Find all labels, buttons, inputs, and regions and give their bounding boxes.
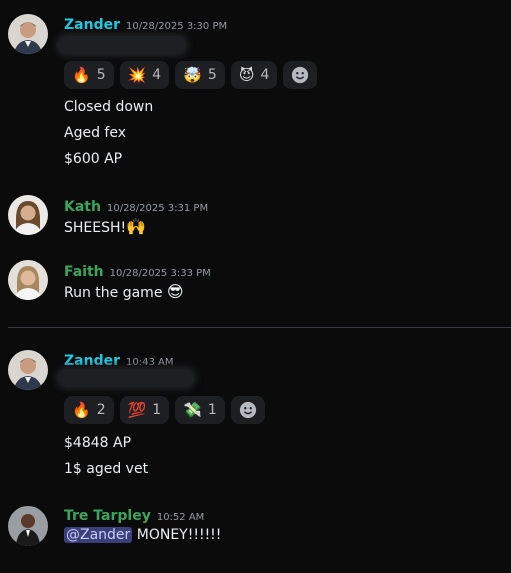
reaction-bar: 🔥 5 💥 4 🤯 5 😈 4: [64, 61, 318, 89]
hundred-points-icon: 💯: [127, 401, 147, 419]
author-name[interactable]: Zander: [64, 353, 120, 369]
reaction-exploding-head[interactable]: 🤯 5: [175, 61, 225, 89]
message-text-content: Run the game: [64, 285, 163, 301]
reaction-bar: 🔥 2 💯 1 💸 1: [64, 396, 265, 424]
reaction-collision[interactable]: 💥 4: [119, 61, 170, 89]
reaction-count: 4: [152, 67, 162, 83]
reaction-count: 1: [152, 402, 162, 418]
message-text: SHEESH!🙌: [64, 217, 146, 236]
add-reaction-button[interactable]: [230, 396, 265, 424]
timestamp: 10/28/2025 3:31 PM: [106, 203, 209, 214]
timestamp: 10/28/2025 3:30 PM: [126, 21, 228, 32]
avatar-tre-tarpley[interactable]: [8, 506, 48, 546]
raised-hands-icon: 🙌: [126, 217, 147, 236]
reaction-count: 4: [260, 67, 270, 83]
author-name[interactable]: Zander: [64, 17, 120, 33]
message-text-content: MONEY!!!!!!: [136, 527, 222, 543]
timestamp: 10:52 AM: [156, 512, 205, 523]
reaction-money-wings[interactable]: 💸 1: [175, 396, 225, 424]
message-line: $4848 AP: [64, 435, 132, 451]
message-line: 1$ aged vet: [64, 461, 149, 477]
add-reaction-button[interactable]: [283, 61, 318, 89]
message-text: @Zander MONEY!!!!!!: [64, 527, 221, 543]
reaction-count: 1: [207, 402, 217, 418]
redacted-text: [58, 36, 186, 54]
message-line: $600 AP: [64, 151, 123, 167]
timestamp: 10:43 AM: [126, 357, 174, 368]
reaction-count: 5: [207, 67, 217, 83]
message-line: Closed down: [64, 99, 154, 115]
avatar-zander[interactable]: [8, 350, 48, 390]
reaction-hundred[interactable]: 💯 1: [119, 396, 170, 424]
message-text-content: SHEESH!: [64, 220, 127, 236]
fire-icon: 🔥: [72, 401, 91, 419]
reaction-count: 2: [96, 402, 106, 418]
message-text: Run the game 😎: [64, 282, 184, 301]
message-line: Aged fex: [64, 125, 126, 141]
author-name[interactable]: Tre Tarpley: [64, 508, 151, 524]
author-name[interactable]: Faith: [64, 264, 104, 280]
collision-icon: 💥: [127, 66, 147, 84]
author-name[interactable]: Kath: [64, 199, 101, 215]
timestamp: 10/28/2025 3:33 PM: [109, 268, 211, 279]
avatar-faith[interactable]: [8, 260, 48, 300]
fire-icon: 🔥: [72, 66, 91, 84]
smiling-imp-icon: 😈: [238, 66, 255, 84]
reaction-fire[interactable]: 🔥 5: [64, 61, 114, 89]
redacted-text: [58, 369, 194, 387]
sunglasses-face-icon: 😎: [166, 282, 184, 301]
avatar-zander[interactable]: [8, 14, 48, 54]
money-with-wings-icon: 💸: [183, 401, 202, 419]
reaction-count: 5: [96, 67, 106, 83]
add-reaction-smiley-icon: [239, 401, 256, 419]
reaction-fire[interactable]: 🔥 2: [64, 396, 114, 424]
date-divider: [8, 327, 511, 328]
reaction-smiling-imp[interactable]: 😈 4: [230, 61, 278, 89]
exploding-head-icon: 🤯: [183, 66, 202, 84]
avatar-kath[interactable]: [8, 195, 48, 235]
add-reaction-smiley-icon: [292, 66, 309, 84]
user-mention[interactable]: @Zander: [64, 527, 133, 543]
